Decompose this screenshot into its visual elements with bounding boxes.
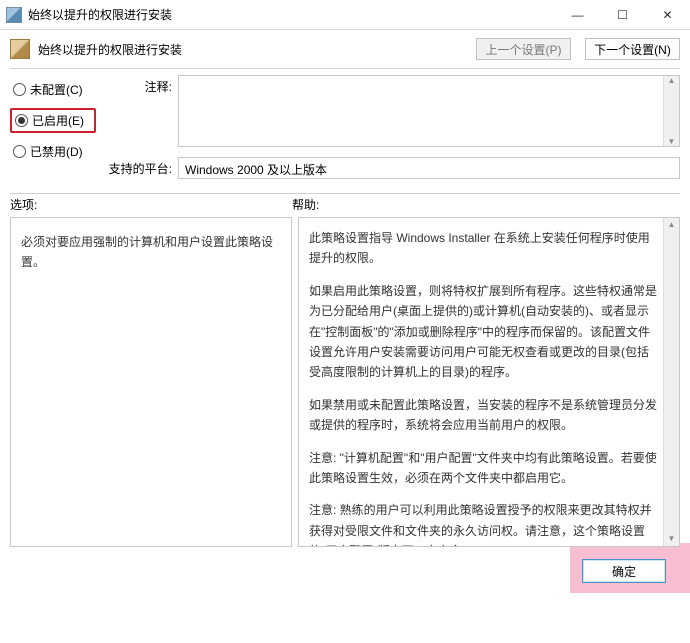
help-paragraph: 此策略设置指导 Windows Installer 在系统上安装任何程序时使用提… <box>309 228 657 269</box>
scrollbar[interactable]: ▲▼ <box>663 218 679 546</box>
close-button[interactable]: ✕ <box>645 0 690 29</box>
radio-label: 已启用(E) <box>32 112 84 129</box>
radio-icon <box>13 83 26 96</box>
radio-label: 未配置(C) <box>30 81 83 98</box>
radio-label: 已禁用(D) <box>30 143 83 160</box>
options-panel: 必须对要应用强制的计算机和用户设置此策略设置。 <box>10 217 292 547</box>
help-panel: 此策略设置指导 Windows Installer 在系统上安装任何程序时使用提… <box>298 217 680 547</box>
platform-value: Windows 2000 及以上版本 <box>185 163 327 177</box>
policy-title: 始终以提升的权限进行安装 <box>38 41 462 58</box>
help-label: 帮助: <box>292 196 319 213</box>
help-paragraph: 注意: 熟练的用户可以利用此策略设置授予的权限来更改其特权并获得对受限文件和文件… <box>309 500 657 547</box>
help-paragraph: 如果禁用或未配置此策略设置，当安装的程序不是系统管理员分发或提供的程序时，系统将… <box>309 395 657 436</box>
options-text: 必须对要应用强制的计算机和用户设置此策略设置。 <box>21 235 273 269</box>
help-paragraph: 注意: "计算机配置"和"用户配置"文件夹中均有此策略设置。若要使此策略设置生效… <box>309 448 657 489</box>
scrollbar[interactable]: ▲▼ <box>663 76 679 146</box>
radio-icon <box>15 114 28 127</box>
comment-label: 注释: <box>108 75 172 95</box>
previous-setting-button[interactable]: 上一个设置(P) <box>476 38 571 60</box>
comment-textarea[interactable]: ▲▼ <box>178 75 680 147</box>
ok-button[interactable]: 确定 <box>582 559 666 583</box>
help-paragraph: 如果启用此策略设置，则将特权扩展到所有程序。这些特权通常是为已分配给用户(桌面上… <box>309 281 657 383</box>
policy-icon <box>10 39 30 59</box>
radio-enabled[interactable]: 已启用(E) <box>10 108 96 133</box>
window-title: 始终以提升的权限进行安装 <box>28 6 555 23</box>
next-setting-button[interactable]: 下一个设置(N) <box>585 38 680 60</box>
supported-platform-field: Windows 2000 及以上版本 <box>178 157 680 179</box>
radio-disabled[interactable]: 已禁用(D) <box>10 141 96 162</box>
radio-icon <box>13 145 26 158</box>
options-label: 选项: <box>10 196 292 213</box>
app-icon <box>6 7 22 23</box>
radio-not-configured[interactable]: 未配置(C) <box>10 79 96 100</box>
maximize-button[interactable]: ☐ <box>600 0 645 29</box>
minimize-button[interactable]: — <box>555 0 600 29</box>
platform-label: 支持的平台: <box>108 157 172 177</box>
